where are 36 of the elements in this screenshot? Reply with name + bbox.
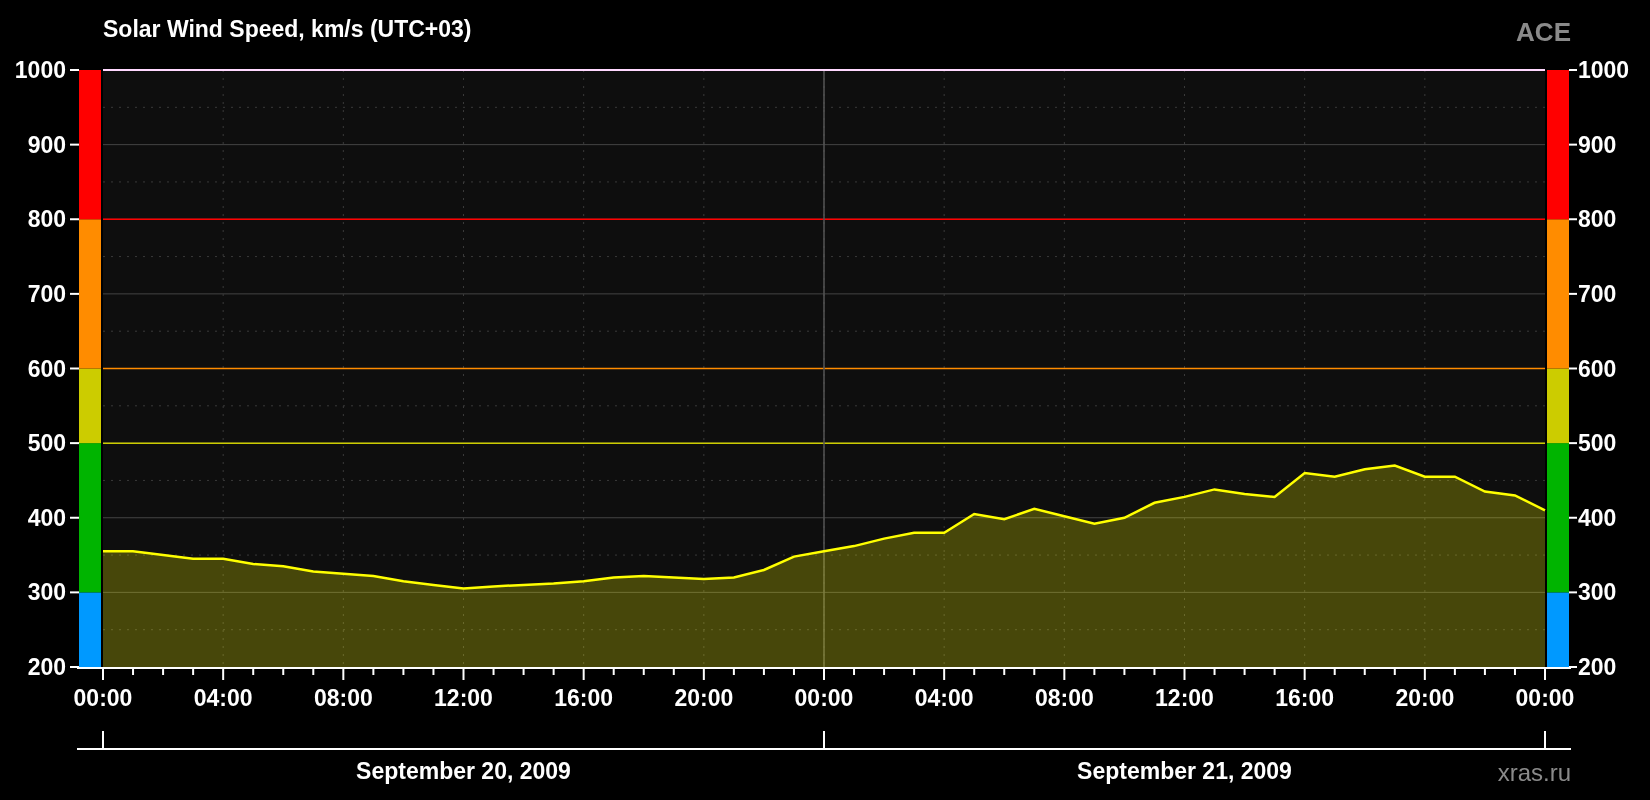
y-axis-label: 900 bbox=[1578, 131, 1617, 158]
y-axis-label: 700 bbox=[1578, 280, 1617, 307]
x-axis-label: 20:00 bbox=[674, 685, 734, 711]
chart-title: Solar Wind Speed, km/s (UTC+03) bbox=[103, 16, 472, 42]
x-axis-label: 00:00 bbox=[1515, 685, 1575, 711]
y-axis-label: 900 bbox=[27, 131, 66, 158]
y-axis-label: 300 bbox=[27, 579, 66, 606]
source-label: ACE bbox=[1516, 17, 1571, 47]
y-axis-label: 500 bbox=[1578, 430, 1617, 457]
y-axis-label: 1000 bbox=[14, 57, 66, 83]
y-axis-label: 400 bbox=[1578, 504, 1617, 531]
x-axis-label: 12:00 bbox=[434, 685, 493, 711]
y-axis-label: 300 bbox=[1578, 579, 1617, 606]
x-axis-label: 12:00 bbox=[1155, 685, 1214, 711]
y-axis-label: 700 bbox=[27, 280, 66, 307]
date-label: September 21, 2009 bbox=[1077, 758, 1292, 784]
y-axis-label: 500 bbox=[27, 430, 66, 457]
y-axis-label: 400 bbox=[27, 504, 66, 531]
y-axis-label: 600 bbox=[1578, 355, 1617, 382]
y-axis-label: 200 bbox=[27, 654, 66, 680]
y-axis-label: 600 bbox=[27, 355, 66, 382]
x-axis-label: 00:00 bbox=[794, 685, 854, 711]
date-label: September 20, 2009 bbox=[356, 758, 571, 784]
y-axis-label: 800 bbox=[27, 206, 66, 233]
y-axis-label: 800 bbox=[1578, 206, 1617, 233]
x-axis-label: 16:00 bbox=[1275, 685, 1335, 711]
credit-label: xras.ru bbox=[1497, 759, 1571, 786]
x-axis-label: 20:00 bbox=[1395, 685, 1455, 711]
x-axis-label: 08:00 bbox=[313, 685, 373, 711]
x-axis-label: 00:00 bbox=[73, 685, 133, 711]
x-axis-label: 08:00 bbox=[1034, 685, 1094, 711]
x-axis-label: 04:00 bbox=[914, 685, 974, 711]
y-axis-label: 1000 bbox=[1578, 57, 1630, 83]
y-axis-label: 200 bbox=[1578, 654, 1617, 680]
x-axis-label: 04:00 bbox=[193, 685, 253, 711]
x-axis-label: 16:00 bbox=[554, 685, 614, 711]
